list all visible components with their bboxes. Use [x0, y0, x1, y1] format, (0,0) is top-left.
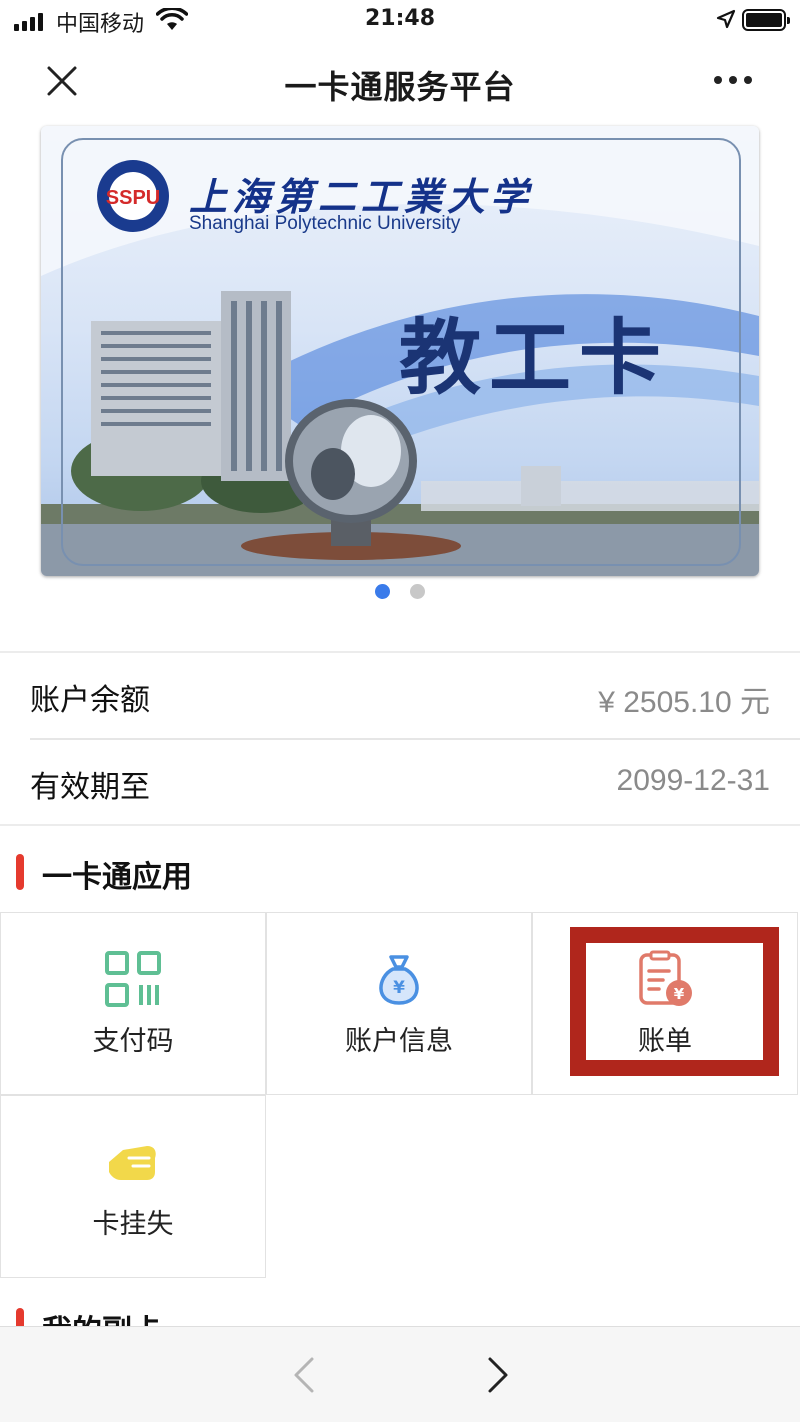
app-bill[interactable]: ¥ 账单 — [532, 912, 798, 1095]
expiry-label: 有效期至 — [30, 770, 150, 805]
expiry-value: 2099-12-31 — [616, 764, 770, 797]
balance-row: 账户余额 ¥ 2505.10 元 — [0, 653, 800, 739]
page-title: 一卡通服务平台 — [284, 68, 516, 106]
status-bar: 中国移动 21:48 — [0, 0, 800, 40]
app-account-info[interactable]: ¥ 账户信息 — [266, 912, 532, 1095]
carousel-dot-active[interactable] — [375, 584, 390, 599]
chevron-right-icon[interactable] — [480, 1353, 516, 1397]
app-label: 支付码 — [92, 1026, 174, 1057]
chevron-left-icon[interactable] — [286, 1353, 322, 1397]
university-logo: SSPU — [97, 160, 169, 232]
navigation-bar: 一卡通服务平台 — [0, 40, 800, 120]
app-label: 账单 — [638, 1026, 692, 1057]
more-dots-icon[interactable] — [714, 76, 752, 84]
bill-icon: ¥ — [639, 950, 692, 1006]
svg-text:¥: ¥ — [393, 978, 405, 998]
card-carousel[interactable]: SSPU 上海第二工業大学 Shanghai Polytechnic Unive… — [41, 126, 759, 576]
app-label: 账户信息 — [345, 1026, 453, 1057]
divider — [0, 824, 800, 826]
apps-section-title: 一卡通应用 — [42, 860, 192, 895]
svg-text:¥: ¥ — [674, 985, 685, 1003]
card-type-label: 教工卡 — [399, 311, 670, 406]
clock-time: 21:48 — [364, 6, 436, 31]
battery-icon — [742, 9, 790, 31]
app-payment-code[interactable]: 支付码 — [0, 912, 266, 1095]
school-name-en: Shanghai Polytechnic University — [189, 213, 461, 234]
expiry-row: 有效期至 2099-12-31 — [0, 740, 800, 826]
location-arrow-icon — [716, 9, 736, 29]
balance-label: 账户余额 — [30, 683, 150, 718]
apps-section-header: 一卡通应用 — [0, 830, 800, 910]
app-card-lost[interactable]: 卡挂失 — [0, 1095, 266, 1278]
carousel-pagination — [0, 584, 800, 599]
section-accent-bar — [16, 854, 24, 890]
money-bag-icon: ¥ — [379, 955, 419, 1005]
carousel-dot[interactable] — [410, 584, 425, 599]
browser-toolbar — [0, 1326, 800, 1422]
app-label: 卡挂失 — [92, 1209, 174, 1240]
qr-code-icon — [105, 951, 161, 1007]
card-lost-icon — [109, 1146, 156, 1180]
balance-value: ¥ 2505.10 元 — [598, 686, 770, 719]
logo-monogram: SSPU — [106, 187, 160, 209]
